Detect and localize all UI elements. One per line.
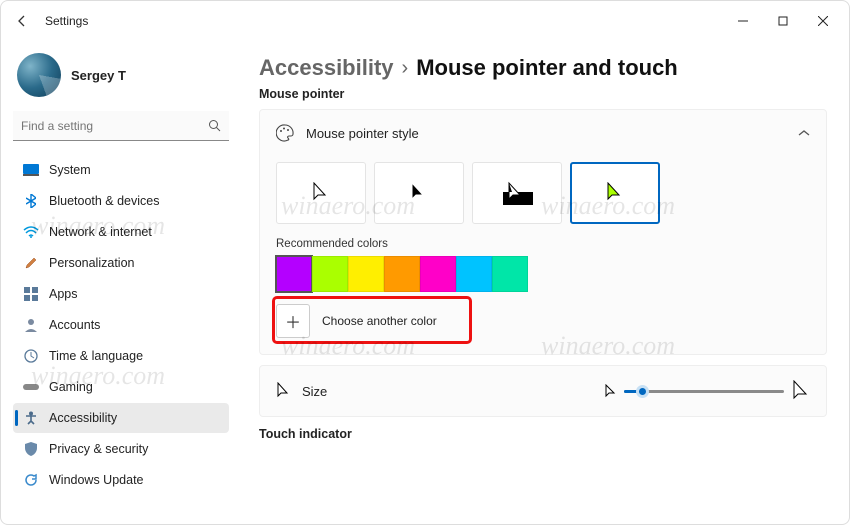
pointer-style-inverted[interactable]	[472, 162, 562, 224]
main-content: Accessibility › Mouse pointer and touch …	[241, 41, 849, 524]
pointer-style-label: Mouse pointer style	[306, 126, 419, 141]
color-swatch-5[interactable]	[456, 256, 492, 292]
color-swatch-1[interactable]	[312, 256, 348, 292]
sidebar-item-network[interactable]: Network & internet	[13, 217, 229, 247]
size-label: Size	[302, 384, 327, 399]
sidebar-item-label: Network & internet	[49, 225, 152, 239]
pointer-style-white[interactable]	[276, 162, 366, 224]
close-button[interactable]	[803, 6, 843, 36]
sidebar-item-label: Personalization	[49, 256, 134, 270]
sidebar-item-accessibility[interactable]: Accessibility	[13, 403, 229, 433]
sidebar-item-label: Accessibility	[49, 411, 117, 425]
sidebar-item-privacy[interactable]: Privacy & security	[13, 434, 229, 464]
cursor-small-icon	[276, 382, 290, 400]
paintbrush-icon	[23, 255, 39, 271]
slider-thumb[interactable]	[636, 385, 649, 398]
sidebar-item-personalization[interactable]: Personalization	[13, 248, 229, 278]
shield-icon	[23, 441, 39, 457]
breadcrumb: Accessibility › Mouse pointer and touch	[259, 55, 827, 81]
recommended-colors	[276, 256, 810, 292]
pointer-style-header[interactable]: Mouse pointer style	[260, 110, 826, 156]
sidebar-item-label: Privacy & security	[49, 442, 148, 456]
titlebar: Settings	[1, 1, 849, 41]
accessibility-icon	[23, 410, 39, 426]
pointer-style-black[interactable]	[374, 162, 464, 224]
sidebar-item-label: Gaming	[49, 380, 93, 394]
cursor-inverted-icon	[497, 180, 537, 206]
plus-icon: ＋	[285, 309, 301, 333]
sidebar-item-time[interactable]: Time & language	[13, 341, 229, 371]
update-icon	[23, 472, 39, 488]
color-swatch-3[interactable]	[384, 256, 420, 292]
bluetooth-icon	[23, 193, 39, 209]
person-icon	[23, 317, 39, 333]
choose-another-color-button[interactable]: ＋	[276, 304, 310, 338]
sidebar-item-accounts[interactable]: Accounts	[13, 310, 229, 340]
choose-another-row: ＋ Choose another color	[276, 304, 810, 338]
cursor-max-icon	[792, 380, 810, 402]
close-icon	[818, 16, 828, 26]
sidebar-item-label: Bluetooth & devices	[49, 194, 160, 208]
sidebar-item-label: Windows Update	[49, 473, 144, 487]
cursor-white-icon	[312, 182, 330, 204]
page-title: Mouse pointer and touch	[416, 55, 678, 81]
system-icon	[23, 162, 39, 178]
maximize-icon	[778, 16, 788, 26]
size-slider-wrap	[604, 380, 810, 402]
gamepad-icon	[23, 379, 39, 395]
sidebar-item-label: System	[49, 163, 91, 177]
cursor-black-icon	[410, 182, 428, 204]
recommended-colors-label: Recommended colors	[276, 238, 810, 250]
user-profile[interactable]: Sergey T	[17, 53, 225, 97]
sidebar: Sergey T System Bluetooth & devices Netw…	[1, 41, 241, 524]
nav: System Bluetooth & devices Network & int…	[13, 155, 229, 495]
search-input[interactable]	[21, 119, 208, 133]
wifi-icon	[23, 224, 39, 240]
arrow-left-icon	[15, 14, 29, 28]
color-swatch-6[interactable]	[492, 256, 528, 292]
pointer-style-card: Mouse pointer style	[259, 109, 827, 355]
palette-icon	[276, 124, 294, 142]
avatar	[17, 53, 61, 97]
breadcrumb-parent[interactable]: Accessibility	[259, 55, 394, 81]
sidebar-item-bluetooth[interactable]: Bluetooth & devices	[13, 186, 229, 216]
color-swatch-2[interactable]	[348, 256, 384, 292]
sidebar-item-label: Time & language	[49, 349, 143, 363]
pointer-style-custom[interactable]	[570, 162, 660, 224]
sidebar-item-system[interactable]: System	[13, 155, 229, 185]
color-swatch-0[interactable]	[276, 256, 312, 292]
search-icon	[208, 119, 221, 132]
cursor-min-icon	[604, 384, 616, 399]
maximize-button[interactable]	[763, 6, 803, 36]
window-controls	[723, 6, 843, 36]
back-button[interactable]	[7, 6, 37, 36]
section-touch-indicator: Touch indicator	[259, 427, 827, 441]
user-name: Sergey T	[71, 68, 126, 83]
window-title: Settings	[45, 14, 88, 28]
minimize-button[interactable]	[723, 6, 763, 36]
cursor-custom-icon	[606, 182, 624, 204]
chevron-right-icon: ›	[402, 57, 409, 80]
search-box[interactable]	[13, 111, 229, 141]
sidebar-item-gaming[interactable]: Gaming	[13, 372, 229, 402]
sidebar-item-label: Accounts	[49, 318, 100, 332]
sidebar-item-label: Apps	[49, 287, 78, 301]
section-mouse-pointer: Mouse pointer	[259, 87, 827, 101]
size-slider[interactable]	[624, 390, 784, 393]
color-swatch-4[interactable]	[420, 256, 456, 292]
pointer-style-options	[276, 162, 810, 224]
size-card: Size	[259, 365, 827, 417]
chevron-up-icon	[798, 129, 810, 137]
apps-icon	[23, 286, 39, 302]
clock-icon	[23, 348, 39, 364]
choose-another-label: Choose another color	[322, 314, 437, 328]
sidebar-item-update[interactable]: Windows Update	[13, 465, 229, 495]
minimize-icon	[738, 16, 748, 26]
sidebar-item-apps[interactable]: Apps	[13, 279, 229, 309]
